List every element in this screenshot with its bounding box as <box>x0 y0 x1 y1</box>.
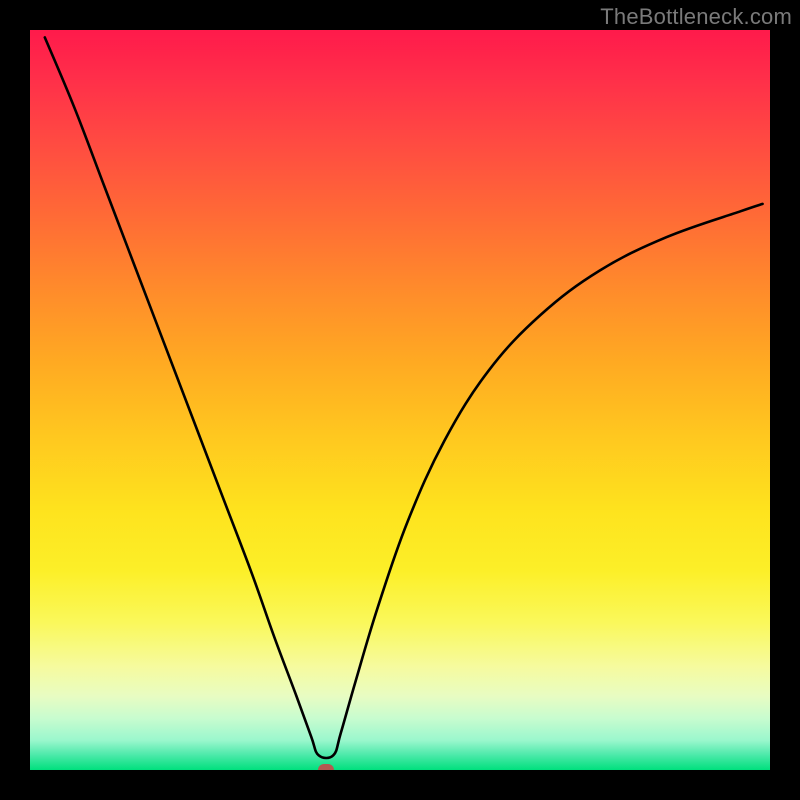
plot-frame <box>30 30 770 770</box>
watermark-text: TheBottleneck.com <box>600 4 792 30</box>
min-marker <box>318 764 334 770</box>
bottleneck-curve <box>30 30 770 770</box>
